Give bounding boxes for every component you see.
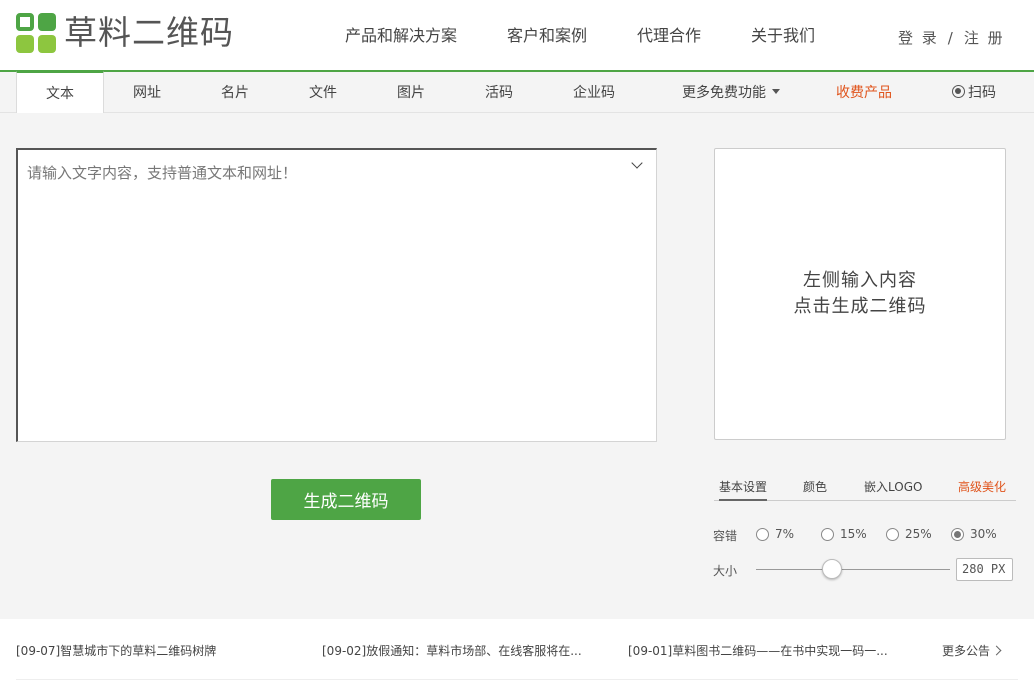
nav-about[interactable]: 关于我们	[751, 26, 815, 46]
settings-tab-logo[interactable]: 嵌入LOGO	[864, 478, 922, 495]
nav-products[interactable]: 产品和解决方案	[345, 26, 457, 46]
content-textarea[interactable]	[18, 150, 656, 441]
announcement-bar: [09-07]智慧城市下的草料二维码树牌 [09-02]放假通知：草料市场部、在…	[0, 619, 1034, 684]
tab-dynamic-code[interactable]: 活码	[485, 72, 513, 113]
more-features-label: 更多免费功能	[682, 85, 766, 101]
generate-qr-button[interactable]: 生成二维码	[271, 479, 421, 520]
news-item[interactable]: [09-01]草料图书二维码——在书中实现一码一...	[628, 642, 888, 659]
tab-url[interactable]: 网址	[133, 72, 161, 113]
size-value-input[interactable]: 280 PX	[956, 558, 1013, 581]
tab-text[interactable]: 文本	[16, 71, 104, 113]
settings-tab-basic[interactable]: 基本设置	[719, 478, 768, 501]
error-option-25[interactable]: 25%	[886, 527, 932, 541]
size-slider-track[interactable]	[756, 569, 950, 570]
tab-more-free-features[interactable]: 更多免费功能	[682, 72, 780, 113]
radio-icon	[886, 527, 899, 541]
auth-links: 登 录 / 注 册	[898, 27, 1005, 48]
tab-scan[interactable]: 扫码	[952, 72, 996, 113]
preview-hint-line2: 点击生成二维码	[793, 296, 927, 317]
radio-icon	[821, 527, 834, 541]
footer-divider	[16, 679, 1018, 680]
error-option-label: 30%	[970, 527, 997, 541]
error-option-15[interactable]: 15%	[821, 527, 867, 541]
logo[interactable]: 草料二维码	[16, 13, 234, 53]
function-tabs: 文本 网址 名片 文件 图片 活码 企业码 更多免费功能 收费产品 扫码	[0, 71, 1034, 113]
scan-icon	[952, 84, 965, 98]
login-link[interactable]: 登 录	[898, 29, 939, 47]
size-label: 大小	[713, 564, 738, 578]
caret-down-icon	[772, 88, 780, 94]
radio-icon	[756, 527, 769, 541]
nav-agency[interactable]: 代理合作	[637, 26, 701, 46]
tab-enterprise-code[interactable]: 企业码	[573, 72, 615, 113]
tab-business-card[interactable]: 名片	[221, 72, 249, 113]
radio-selected-icon	[951, 527, 964, 541]
tab-paid-products[interactable]: 收费产品	[836, 72, 892, 113]
chevron-right-icon	[991, 645, 1002, 656]
error-option-label: 7%	[775, 527, 795, 541]
top-header: 草料二维码 产品和解决方案 客户和案例 代理合作 关于我们 登 录 / 注 册	[0, 0, 1034, 71]
more-announcements-label: 更多公告	[942, 644, 991, 658]
error-correction-label: 容错	[713, 529, 738, 543]
register-link[interactable]: 注 册	[964, 29, 1005, 47]
settings-tabs: 基本设置 颜色 嵌入LOGO 高级美化	[714, 476, 1016, 501]
brand-name: 草料二维码	[64, 13, 234, 52]
scan-label: 扫码	[968, 85, 996, 101]
text-editor	[16, 148, 657, 442]
error-option-7[interactable]: 7%	[756, 527, 794, 541]
preview-hint-line1: 左侧输入内容	[803, 270, 917, 291]
settings-tab-advanced[interactable]: 高级美化	[958, 478, 1006, 495]
error-option-label: 25%	[905, 527, 932, 541]
tab-file[interactable]: 文件	[309, 72, 337, 113]
more-announcements-link[interactable]: 更多公告	[942, 642, 1002, 659]
news-item[interactable]: [09-02]放假通知：草料市场部、在线客服将在...	[322, 642, 582, 659]
news-item[interactable]: [09-07]智慧城市下的草料二维码树牌	[16, 642, 216, 659]
size-slider-thumb[interactable]	[821, 559, 842, 579]
error-option-label: 15%	[840, 527, 867, 541]
nav-customers[interactable]: 客户和案例	[507, 26, 587, 46]
error-option-30[interactable]: 30%	[951, 527, 997, 541]
settings-tab-color[interactable]: 颜色	[803, 478, 827, 495]
logo-icon	[16, 13, 56, 53]
auth-separator: /	[947, 29, 955, 47]
qr-preview: 左侧输入内容 点击生成二维码	[714, 148, 1006, 440]
tab-image[interactable]: 图片	[397, 72, 425, 113]
